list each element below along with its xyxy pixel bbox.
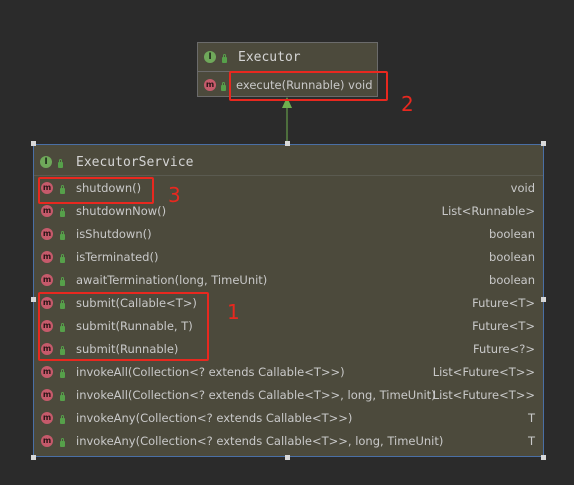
method-signature: isShutdown()	[76, 227, 152, 241]
method-signature: invokeAny(Collection<? extends Callable<…	[76, 411, 353, 425]
method-icon: m	[41, 389, 53, 401]
method-return-type: Future<T>	[472, 319, 535, 333]
method-icon: m	[41, 412, 53, 424]
lock-icon	[60, 277, 65, 286]
method-return-type: boolean	[489, 273, 535, 287]
annotation-2: 2	[401, 92, 414, 116]
executor-header: I Executor	[198, 43, 377, 72]
highlight-execute	[229, 71, 388, 101]
method-icon: m	[204, 79, 216, 91]
method-return-type: List<Future<T>>	[432, 365, 535, 379]
lock-icon	[60, 369, 65, 378]
annotation-1: 1	[227, 300, 240, 324]
method-signature: invokeAny(Collection<? extends Callable<…	[76, 434, 444, 448]
method-return-type: Future<?>	[473, 342, 535, 356]
method-row[interactable]: m invokeAll(Collection<? extends Callable…	[34, 361, 543, 384]
highlight-shutdown	[38, 177, 154, 204]
lock-icon	[58, 159, 63, 168]
resize-handle[interactable]	[541, 297, 546, 302]
highlight-submit	[38, 292, 209, 361]
method-row[interactable]: m isTerminated() boolean	[34, 246, 543, 269]
interface-icon: I	[40, 156, 52, 168]
executor-title: Executor	[238, 50, 301, 65]
method-signature: invokeAll(Collection<? extends Callable<…	[76, 365, 345, 379]
resize-handle[interactable]	[541, 141, 546, 146]
interface-icon: I	[204, 51, 216, 63]
resize-handle[interactable]	[541, 455, 546, 460]
lock-icon	[222, 54, 227, 63]
method-signature: isTerminated()	[76, 250, 159, 264]
lock-icon	[60, 254, 65, 263]
method-icon: m	[41, 251, 53, 263]
lock-icon	[221, 82, 226, 91]
method-return-type: T	[527, 434, 535, 448]
method-row[interactable]: m awaitTermination(long, TimeUnit) boolean	[34, 269, 543, 292]
method-icon: m	[41, 366, 53, 378]
method-return-type: List<Future<T>>	[432, 388, 535, 402]
method-icon: m	[41, 228, 53, 240]
lock-icon	[60, 415, 65, 424]
method-row[interactable]: m invokeAny(Collection<? extends Callable…	[34, 430, 543, 453]
lock-icon	[60, 208, 65, 217]
method-return-type: boolean	[489, 250, 535, 264]
method-return-type: boolean	[489, 227, 535, 241]
lock-icon	[60, 392, 65, 401]
resize-handle[interactable]	[285, 141, 290, 146]
resize-handle[interactable]	[31, 141, 36, 146]
method-return-type: Future<T>	[472, 296, 535, 310]
executorservice-title: ExecutorService	[76, 155, 194, 170]
method-return-type: T	[527, 411, 535, 425]
method-return-type: List<Runnable>	[441, 204, 535, 218]
method-signature: shutdownNow()	[76, 204, 167, 218]
resize-handle[interactable]	[285, 455, 290, 460]
method-icon: m	[41, 205, 53, 217]
method-signature: awaitTermination(long, TimeUnit)	[76, 273, 268, 287]
method-return-type: void	[510, 181, 535, 195]
lock-icon	[60, 231, 65, 240]
executorservice-header: I ExecutorService	[34, 145, 543, 176]
method-icon: m	[41, 274, 53, 286]
method-icon: m	[41, 435, 53, 447]
resize-handle[interactable]	[31, 455, 36, 460]
method-signature: invokeAll(Collection<? extends Callable<…	[76, 388, 436, 402]
method-row[interactable]: m invokeAny(Collection<? extends Callable…	[34, 407, 543, 430]
resize-handle[interactable]	[31, 297, 36, 302]
lock-icon	[60, 438, 65, 447]
method-row[interactable]: m invokeAll(Collection<? extends Callable…	[34, 384, 543, 407]
method-row[interactable]: m isShutdown() boolean	[34, 223, 543, 246]
annotation-3: 3	[168, 183, 181, 207]
